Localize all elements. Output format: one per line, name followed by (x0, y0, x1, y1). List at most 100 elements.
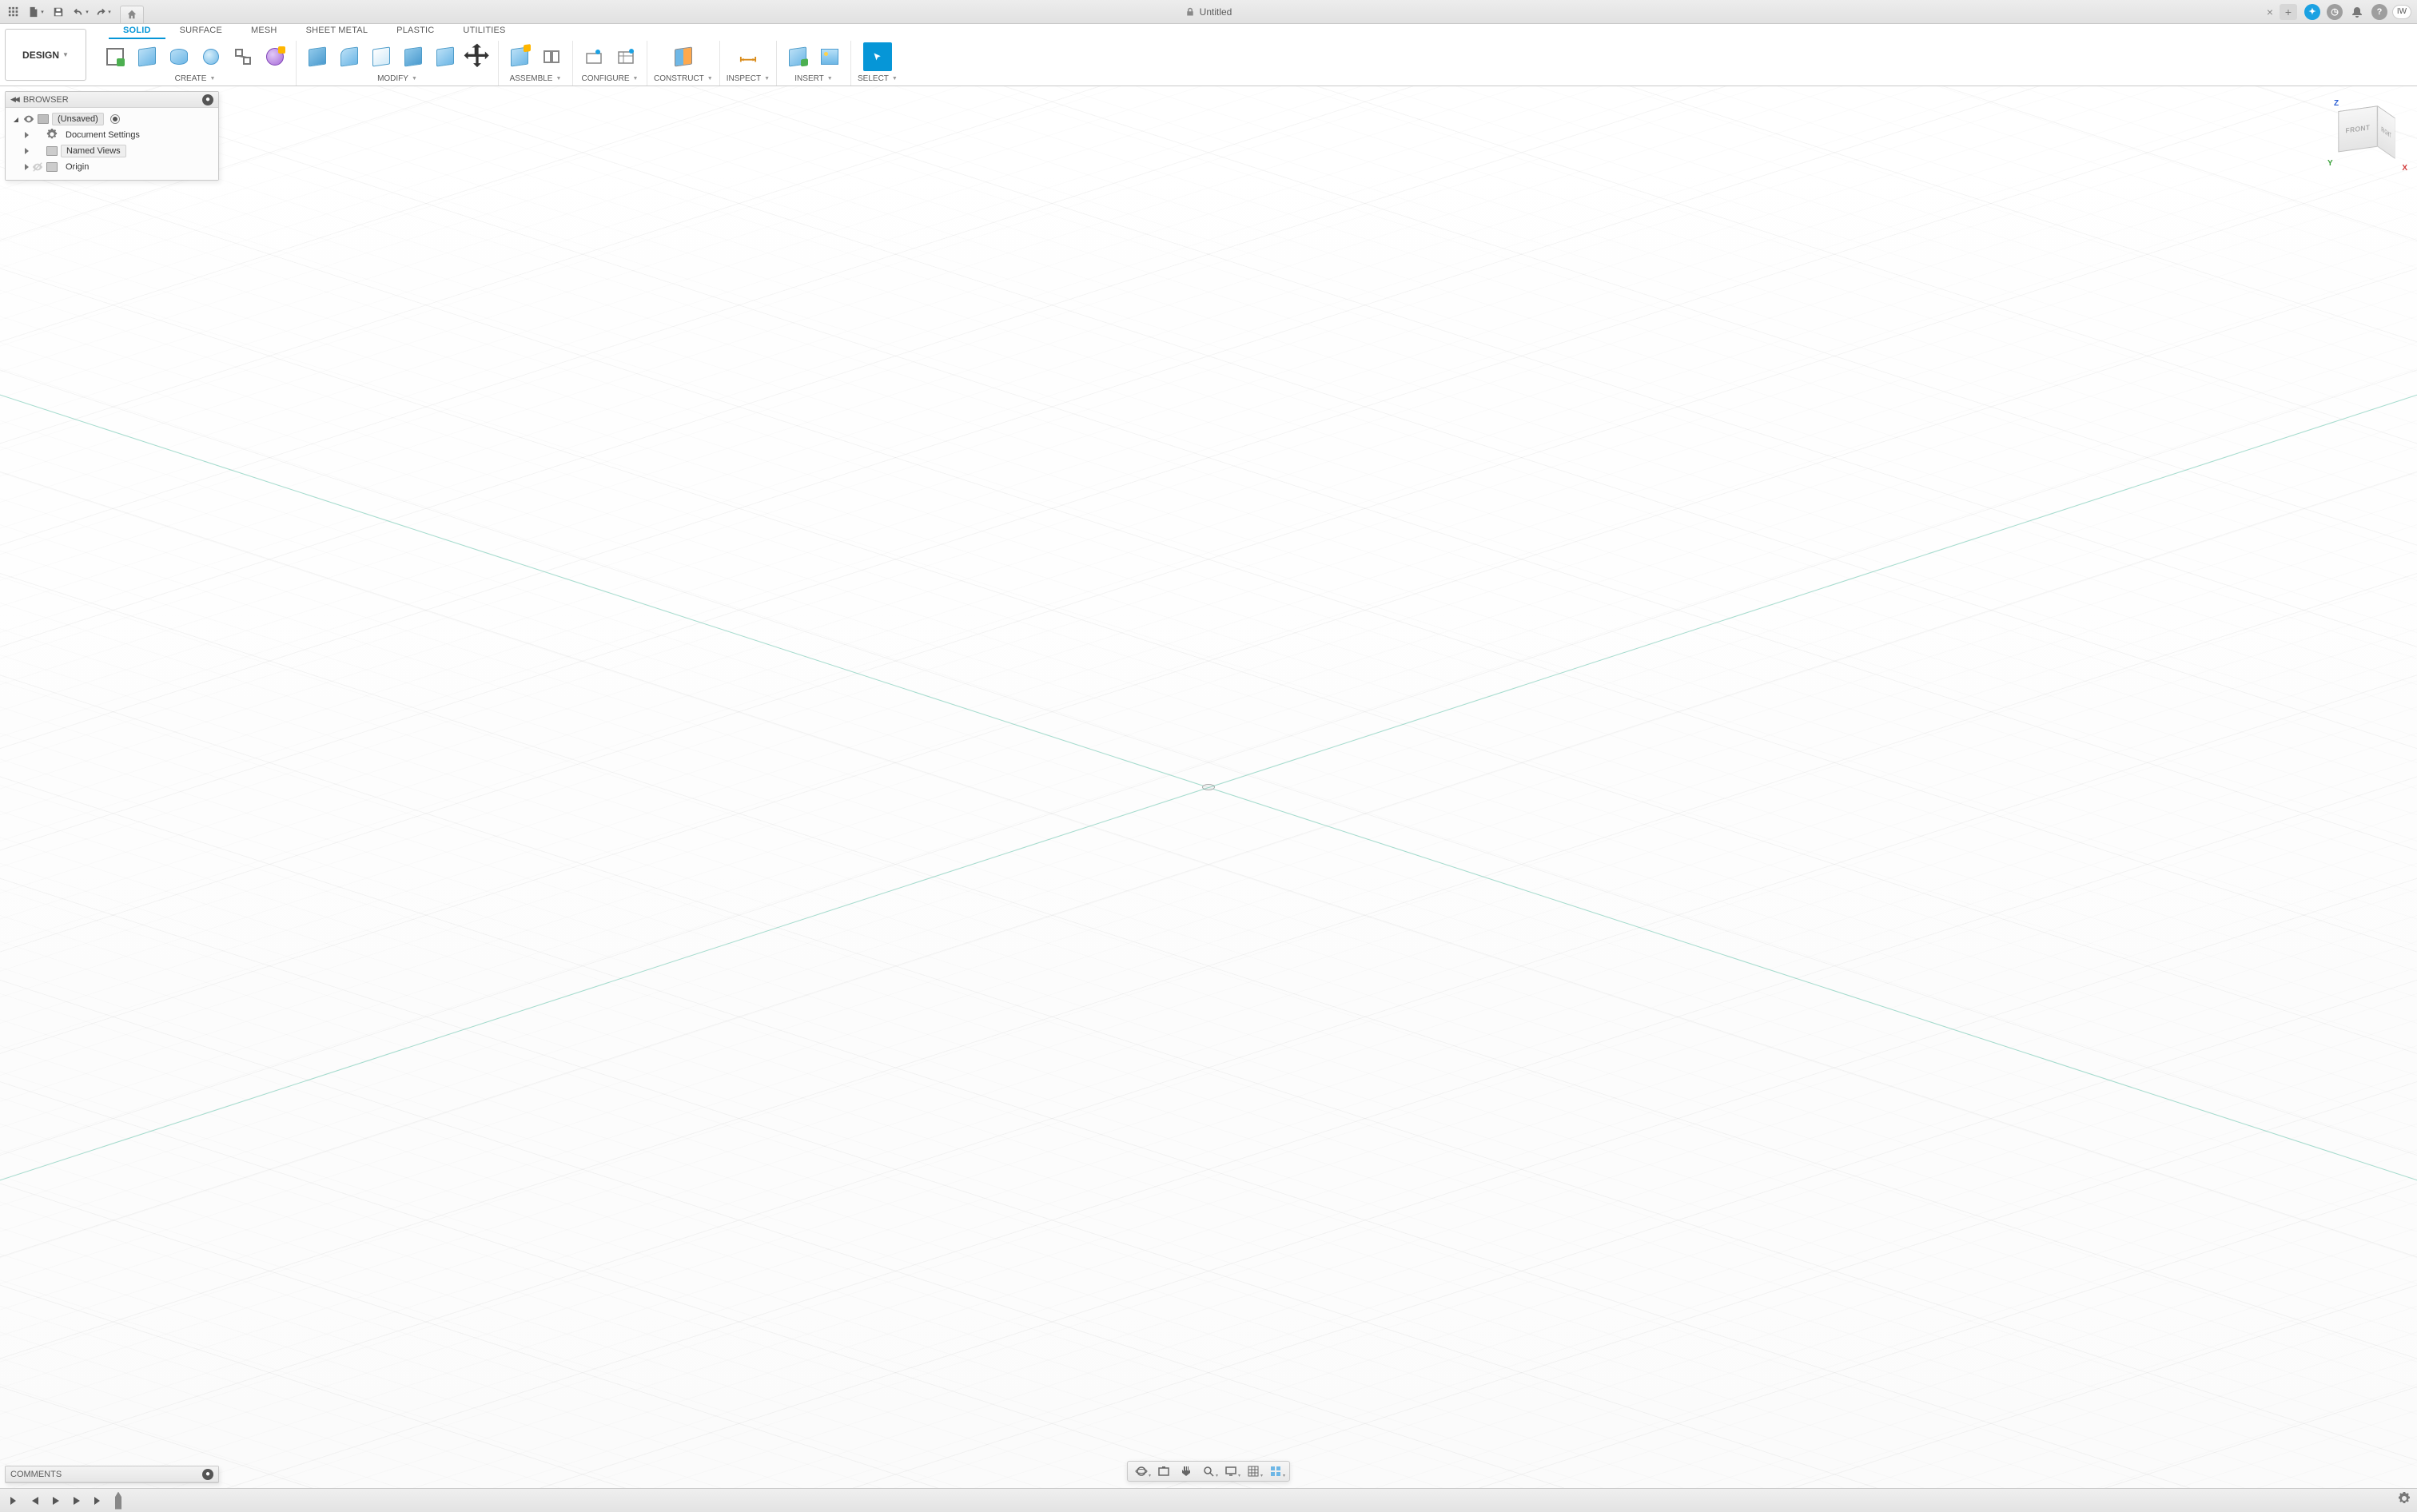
form-icon (234, 48, 252, 66)
notifications-button[interactable] (2347, 3, 2367, 21)
press-pull-button[interactable] (303, 42, 332, 71)
select-group-label[interactable]: SELECT▼ (858, 73, 898, 84)
plane-icon (675, 46, 692, 66)
comments-expand-button[interactable]: ● (202, 1469, 213, 1480)
browser-collapse-icon[interactable]: ◀◀ (10, 95, 18, 104)
insert-canvas-button[interactable] (815, 42, 844, 71)
new-tab-button[interactable]: + (2280, 4, 2297, 20)
component-icon (38, 114, 49, 124)
browser-item-origin[interactable]: Origin (10, 159, 217, 175)
look-at-button[interactable] (1153, 1463, 1174, 1479)
ribbon: DESIGN ▼ SOLID SURFACE MESH SHEET METAL … (0, 24, 2417, 86)
new-file-button[interactable]: ▾ (26, 3, 46, 21)
undo-button[interactable]: ▾ (70, 3, 91, 21)
create-sphere-button[interactable] (197, 42, 225, 71)
navigation-toolbar: ▾ ▾ ▾ ▾ ▾ (1127, 1461, 1290, 1482)
move-copy-button[interactable] (463, 42, 492, 71)
viewcube-face-front[interactable]: FRONT (2338, 105, 2377, 152)
ribbon-tab-sheetmetal[interactable]: SHEET METAL (292, 26, 383, 39)
timeline-settings-button[interactable] (2398, 1492, 2411, 1509)
configure-group-label[interactable]: CONFIGURE▼ (582, 73, 639, 84)
timeline-end-button[interactable] (90, 1493, 106, 1509)
insert-derive-button[interactable] (783, 42, 812, 71)
align-button[interactable] (431, 42, 460, 71)
browser-item-document-settings[interactable]: Document Settings (10, 127, 217, 143)
create-cylinder-button[interactable] (165, 42, 193, 71)
ribbon-tools: CREATE▼ MODIFY▼ (86, 39, 2417, 86)
ribbon-tab-utilities[interactable]: UTILITIES (448, 26, 520, 39)
orbit-icon (1135, 1465, 1148, 1478)
shell-button[interactable] (367, 42, 396, 71)
expand-toggle[interactable] (25, 164, 29, 170)
joint-icon (543, 48, 560, 66)
browser-root-row[interactable]: ◢ (Unsaved) (10, 111, 217, 127)
save-button[interactable] (48, 3, 69, 21)
select-button[interactable] (863, 42, 892, 71)
browser-item-named-views[interactable]: Named Views (10, 143, 217, 159)
ribbon-tab-mesh[interactable]: MESH (237, 26, 292, 39)
browser-options-button[interactable]: ● (202, 94, 213, 105)
redo-button[interactable]: ▾ (93, 3, 113, 21)
combine-button[interactable] (399, 42, 428, 71)
view-cube-3d[interactable]: TOP FRONT RIGHT (2347, 112, 2386, 158)
configure-button[interactable] (579, 42, 608, 71)
create-box-button[interactable] (133, 42, 161, 71)
ribbon-tab-solid[interactable]: SOLID (109, 26, 165, 39)
construct-group-label[interactable]: CONSTRUCT▼ (654, 73, 713, 84)
browser-panel-header[interactable]: ◀◀ BROWSER ● (6, 92, 218, 108)
ribbon-tab-plastic[interactable]: PLASTIC (382, 26, 448, 39)
expand-toggle[interactable] (25, 132, 29, 138)
job-status-button[interactable]: ◷ (2324, 3, 2345, 21)
timeline-playhead[interactable] (115, 1492, 121, 1510)
measure-button[interactable] (734, 42, 763, 71)
title-bar: ▾ ▾ ▾ Untitled × + ✦ ◷ ? (0, 0, 2417, 24)
timeline-play-button[interactable] (48, 1493, 64, 1509)
browser-item-label: Document Settings (61, 129, 145, 141)
viewport-layout-button[interactable]: ▾ (1265, 1463, 1286, 1479)
orbit-button[interactable]: ▾ (1131, 1463, 1152, 1479)
create-sketch-button[interactable] (101, 42, 129, 71)
timeline-step-fwd-button[interactable] (69, 1493, 85, 1509)
create-derive-button[interactable] (261, 42, 289, 71)
comments-panel-header[interactable]: COMMENTS ● (6, 1466, 218, 1482)
workspace-switcher[interactable]: DESIGN ▼ (5, 29, 86, 81)
insert-group-label[interactable]: INSERT▼ (794, 73, 832, 84)
construct-plane-button[interactable] (669, 42, 698, 71)
zoom-button[interactable]: ▾ (1198, 1463, 1219, 1479)
visibility-icon[interactable] (23, 113, 34, 125)
expand-toggle[interactable]: ◢ (12, 116, 20, 123)
expand-toggle[interactable] (25, 148, 29, 154)
fillet-button[interactable] (335, 42, 364, 71)
user-avatar[interactable]: IW (2391, 3, 2412, 21)
viewcube-face-right[interactable]: RIGHT (2378, 105, 2395, 159)
configuration-table-button[interactable] (611, 42, 640, 71)
view-cube[interactable]: Z Y X TOP FRONT RIGHT (2331, 101, 2403, 173)
select-icon (869, 48, 886, 66)
create-form-button[interactable] (229, 42, 257, 71)
shell-icon (372, 46, 390, 66)
viewport[interactable]: ◀◀ BROWSER ● ◢ (Unsaved) Document Settin… (0, 86, 2417, 1488)
inspect-group-label[interactable]: INSPECT▼ (727, 73, 770, 84)
extensions-button[interactable]: ✦ (2302, 3, 2323, 21)
assemble-group-label[interactable]: ASSEMBLE▼ (510, 73, 562, 84)
visibility-off-icon[interactable] (32, 161, 43, 173)
new-component-button[interactable] (505, 42, 534, 71)
ribbon-tab-surface[interactable]: SURFACE (165, 26, 237, 39)
timeline-step-back-button[interactable] (27, 1493, 43, 1509)
titlebar-right-tools: × + ✦ ◷ ? IW (2262, 3, 2417, 21)
activate-radio[interactable] (110, 114, 120, 124)
home-tab[interactable] (120, 6, 144, 23)
modify-group-label[interactable]: MODIFY▼ (377, 73, 417, 84)
move-icon (463, 42, 492, 71)
close-tab-button[interactable]: × (2262, 6, 2278, 18)
display-settings-button[interactable]: ▾ (1220, 1463, 1241, 1479)
fillet-icon (340, 46, 358, 66)
timeline-start-button[interactable] (6, 1493, 22, 1509)
create-group-label[interactable]: CREATE▼ (175, 73, 216, 84)
grid-settings-button[interactable]: ▾ (1243, 1463, 1264, 1479)
help-button[interactable]: ? (2369, 3, 2390, 21)
press-pull-icon (309, 46, 326, 66)
apps-grid-button[interactable] (3, 3, 24, 21)
pan-button[interactable] (1176, 1463, 1197, 1479)
joint-button[interactable] (537, 42, 566, 71)
